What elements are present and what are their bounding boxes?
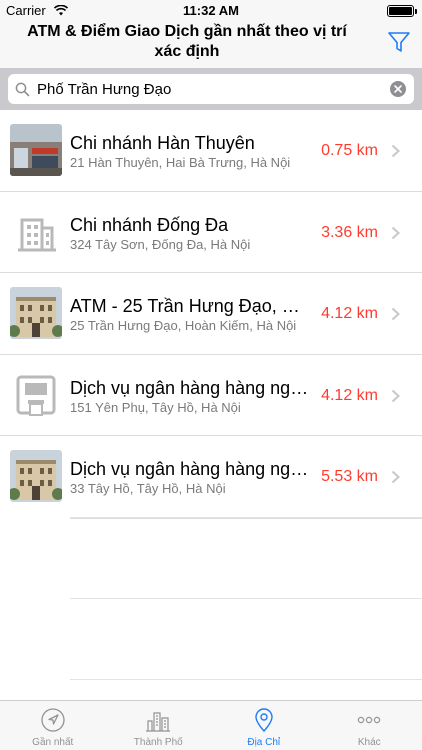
map-pin-icon bbox=[255, 708, 273, 733]
building-placeholder-thumbnail bbox=[10, 205, 62, 258]
result-address: 21 Hàn Thuyên, Hai Bà Trưng, Hà Nội bbox=[70, 155, 291, 170]
result-title: Dịch vụ ngân hàng hàng ngà... bbox=[70, 377, 312, 398]
close-icon bbox=[394, 85, 402, 93]
result-title: Dịch vụ ngân hàng hàng ngà... bbox=[70, 459, 312, 479]
result-title: Chi nhánh Đống Đa bbox=[70, 214, 229, 235]
tab-label: Thành Phố bbox=[133, 737, 183, 748]
search-bar bbox=[0, 68, 422, 110]
tab-city[interactable]: Thành Phố bbox=[106, 701, 212, 750]
search-field bbox=[8, 74, 414, 104]
location-arrow-icon bbox=[41, 708, 65, 732]
result-distance: 4.12 km bbox=[321, 305, 378, 322]
results-list: Chi nhánh Hàn Thuyên 21 Hàn Thuyên, Hai … bbox=[0, 110, 422, 519]
building-photo-image bbox=[10, 287, 62, 339]
building-photo-thumbnail bbox=[10, 450, 62, 502]
status-time: 11:32 AM bbox=[183, 3, 239, 18]
building-photo-thumbnail bbox=[10, 287, 62, 339]
search-icon bbox=[15, 82, 30, 97]
branch-photo-thumbnail bbox=[10, 124, 62, 176]
chevron-right-icon bbox=[391, 226, 400, 239]
navigation-bar: ATM & Điểm Giao Dịch gần nhất theo vị tr… bbox=[0, 20, 422, 68]
tab-label: Gần nhất bbox=[32, 737, 74, 748]
tab-bar: Gần nhất Thành Phố Địa Chỉ Khác bbox=[0, 700, 422, 750]
atm-icon bbox=[10, 368, 62, 421]
city-icon bbox=[146, 712, 171, 732]
chevron-right-icon bbox=[391, 144, 400, 158]
more-icon bbox=[358, 716, 381, 724]
tab-nearest[interactable]: Gần nhất bbox=[0, 701, 106, 750]
list-item[interactable]: Chi nhánh Hàn Thuyên 21 Hàn Thuyên, Hai … bbox=[0, 110, 422, 192]
result-distance: 5.53 km bbox=[321, 468, 378, 485]
result-address: 324 Tây Sơn, Đống Đa, Hà Nội bbox=[70, 236, 251, 252]
empty-row-divider bbox=[70, 679, 422, 680]
battery-icon bbox=[387, 5, 417, 17]
result-title: ATM - 25 Trần Hưng Đạo, Ho... bbox=[70, 296, 312, 316]
result-distance: 0.75 km bbox=[321, 142, 378, 159]
tab-label: Khác bbox=[357, 737, 381, 748]
list-item[interactable]: Chi nhánh Đống Đa 324 Tây Sơn, Đống Đa, … bbox=[0, 192, 422, 273]
tab-more[interactable]: Khác bbox=[317, 701, 422, 750]
chevron-right-icon bbox=[391, 307, 400, 321]
status-bar: Carrier 11:32 AM bbox=[0, 0, 422, 20]
clear-search-button[interactable] bbox=[390, 81, 406, 97]
list-item[interactable]: Dịch vụ ngân hàng hàng ngà... 33 Tây Hồ,… bbox=[0, 436, 422, 519]
atm-placeholder-thumbnail bbox=[10, 368, 62, 421]
tab-address[interactable]: Địa Chỉ bbox=[211, 701, 317, 750]
result-distance: 3.36 km bbox=[321, 223, 378, 241]
result-address: 33 Tây Hồ, Tây Hồ, Hà Nội bbox=[70, 481, 226, 496]
empty-row-divider bbox=[70, 598, 422, 599]
tab-label: Địa Chỉ bbox=[247, 737, 281, 748]
list-item[interactable]: Dịch vụ ngân hàng hàng ngà... 151 Yên Ph… bbox=[0, 355, 422, 436]
chevron-right-icon bbox=[391, 470, 400, 484]
result-distance: 4.12 km bbox=[321, 386, 378, 404]
page-title: ATM & Điểm Giao Dịch gần nhất theo vị tr… bbox=[27, 23, 347, 60]
battery-level bbox=[389, 7, 412, 15]
branch-photo-image bbox=[10, 124, 62, 176]
result-title: Chi nhánh Hàn Thuyên bbox=[70, 133, 255, 153]
empty-row-divider bbox=[70, 517, 422, 518]
list-item[interactable]: ATM - 25 Trần Hưng Đạo, Ho... 25 Trần Hư… bbox=[0, 273, 422, 355]
result-address: 151 Yên Phụ, Tây Hồ, Hà Nội bbox=[70, 399, 241, 415]
building-icon bbox=[10, 205, 62, 258]
result-address: 25 Trần Hưng Đạo, Hoàn Kiếm, Hà Nội bbox=[70, 318, 297, 333]
search-input[interactable] bbox=[37, 74, 377, 104]
filter-icon[interactable] bbox=[386, 29, 412, 55]
chevron-right-icon bbox=[391, 389, 400, 402]
building-photo-image bbox=[10, 450, 62, 502]
